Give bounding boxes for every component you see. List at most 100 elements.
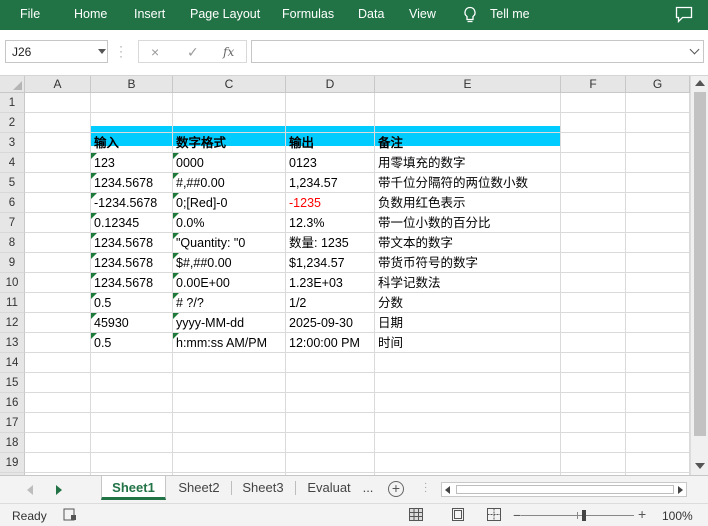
row-header-12[interactable]: 12	[0, 313, 25, 333]
menu-tell-me[interactable]: Tell me	[490, 7, 530, 21]
scroll-up-icon[interactable]	[695, 80, 705, 86]
row-header-8[interactable]: 8	[0, 233, 25, 253]
add-sheet-button[interactable]: +	[388, 481, 404, 497]
row-header-16[interactable]: 16	[0, 393, 25, 413]
column-header-f[interactable]: F	[561, 76, 626, 93]
tab-scroll-right-icon[interactable]	[56, 485, 62, 495]
cell-input[interactable]: 1234.5678	[91, 273, 153, 293]
cell-output[interactable]: 2025-09-30	[286, 313, 353, 333]
zoom-out-button[interactable]: −	[513, 507, 521, 523]
header-cell-input[interactable]: 输入	[91, 133, 119, 153]
row-header-15[interactable]: 15	[0, 373, 25, 393]
error-indicator-icon[interactable]	[173, 153, 179, 159]
cell-format[interactable]: yyyy-MM-dd	[173, 313, 244, 333]
cell-input[interactable]: 1234.5678	[91, 233, 153, 253]
error-indicator-icon[interactable]	[91, 193, 97, 199]
page-break-view-icon[interactable]	[487, 508, 501, 521]
normal-view-icon[interactable]	[409, 508, 423, 521]
scroll-right-icon[interactable]	[678, 486, 683, 494]
row-header-18[interactable]: 18	[0, 433, 25, 453]
row-header-5[interactable]: 5	[0, 173, 25, 193]
tab-sheet1[interactable]: Sheet1	[101, 476, 166, 500]
menu-home[interactable]: Home	[74, 7, 107, 21]
row-header-11[interactable]: 11	[0, 293, 25, 313]
scroll-left-icon[interactable]	[445, 486, 450, 494]
error-indicator-icon[interactable]	[91, 153, 97, 159]
column-header-e[interactable]: E	[375, 76, 561, 93]
worksheet-grid[interactable]: 输入 数字格式 输出 备注 123 0000 0123 用零填充的数字 1234.5678 #,#…	[0, 76, 708, 475]
column-header-a[interactable]: A	[25, 76, 91, 93]
cell-note[interactable]: 时间	[375, 333, 403, 353]
header-cell-format[interactable]: 数字格式	[173, 133, 226, 153]
tab-sheet3[interactable]: Sheet3	[232, 476, 294, 500]
row-header-3[interactable]: 3	[0, 133, 25, 153]
scroll-down-icon[interactable]	[695, 463, 705, 469]
cell-input[interactable]: 1234.5678	[91, 173, 153, 193]
row-header-10[interactable]: 10	[0, 273, 25, 293]
horizontal-scrollbar[interactable]	[441, 482, 687, 497]
row-header-9[interactable]: 9	[0, 253, 25, 273]
error-indicator-icon[interactable]	[91, 313, 97, 319]
error-indicator-icon[interactable]	[91, 293, 97, 299]
menu-view[interactable]: View	[409, 7, 436, 21]
cell-note[interactable]: 用零填充的数字	[375, 153, 466, 173]
cell-output[interactable]: $1,234.57	[286, 253, 345, 273]
cell-note[interactable]: 负数用红色表示	[375, 193, 466, 213]
cell-format[interactable]: 0.00E+00	[173, 273, 230, 293]
row-header-19[interactable]: 19	[0, 453, 25, 473]
zoom-level[interactable]: 100%	[662, 509, 693, 523]
lightbulb-icon[interactable]	[462, 6, 478, 24]
cell-output[interactable]: 1,234.57	[286, 173, 338, 193]
error-indicator-icon[interactable]	[173, 173, 179, 179]
cell-note[interactable]: 带千位分隔符的两位数小数	[375, 173, 528, 193]
menu-data[interactable]: Data	[358, 7, 384, 21]
cell-input[interactable]: 1234.5678	[91, 253, 153, 273]
cell-input[interactable]: -1234.5678	[91, 193, 157, 213]
cell-output[interactable]: 1/2	[286, 293, 306, 313]
column-header-d[interactable]: D	[286, 76, 375, 93]
menu-file[interactable]: File	[20, 7, 40, 21]
error-indicator-icon[interactable]	[91, 173, 97, 179]
formula-input[interactable]	[251, 40, 704, 63]
chevron-down-icon[interactable]	[689, 44, 700, 55]
menu-formulas[interactable]: Formulas	[282, 7, 334, 21]
menu-page-layout[interactable]: Page Layout	[190, 7, 260, 21]
error-indicator-icon[interactable]	[173, 273, 179, 279]
enter-icon[interactable]: ✓	[187, 44, 199, 61]
scroll-thumb[interactable]	[694, 92, 706, 436]
menu-insert[interactable]: Insert	[134, 7, 165, 21]
page-layout-view-icon[interactable]	[451, 508, 465, 521]
vertical-scrollbar[interactable]	[690, 76, 708, 475]
zoom-slider-thumb[interactable]	[582, 510, 586, 521]
row-header-2[interactable]: 2	[0, 113, 25, 133]
cell-note[interactable]: 带货币符号的数字	[375, 253, 478, 273]
row-header-1[interactable]: 1	[0, 93, 25, 113]
cancel-icon[interactable]: ×	[151, 44, 159, 60]
error-indicator-icon[interactable]	[173, 213, 179, 219]
error-indicator-icon[interactable]	[173, 233, 179, 239]
error-indicator-icon[interactable]	[173, 193, 179, 199]
error-indicator-icon[interactable]	[91, 233, 97, 239]
scroll-thumb[interactable]	[456, 485, 674, 494]
cell-output[interactable]: 数量: 1235	[286, 233, 349, 253]
error-indicator-icon[interactable]	[173, 253, 179, 259]
zoom-in-button[interactable]: +	[638, 506, 646, 522]
cell-note[interactable]: 分数	[375, 293, 403, 313]
cell-note[interactable]: 科学记数法	[375, 273, 441, 293]
insert-function-icon[interactable]: fx	[223, 45, 234, 59]
select-all-corner[interactable]	[0, 76, 25, 93]
error-indicator-icon[interactable]	[173, 333, 179, 339]
cell-note[interactable]: 带文本的数字	[375, 233, 453, 253]
comment-icon[interactable]	[675, 6, 693, 23]
column-header-c[interactable]: C	[173, 76, 286, 93]
error-indicator-icon[interactable]	[91, 273, 97, 279]
cell-format[interactable]: 0;[Red]-0	[173, 193, 227, 213]
cell-output[interactable]: 1.23E+03	[286, 273, 343, 293]
column-header-b[interactable]: B	[91, 76, 173, 93]
error-indicator-icon[interactable]	[173, 313, 179, 319]
header-cell-output[interactable]: 输出	[286, 133, 314, 153]
tab-evaluat[interactable]: Evaluat	[300, 476, 358, 500]
error-indicator-icon[interactable]	[91, 213, 97, 219]
cell-note[interactable]: 带一位小数的百分比	[375, 213, 491, 233]
drag-handle-icon[interactable]: · · ·	[119, 40, 123, 62]
